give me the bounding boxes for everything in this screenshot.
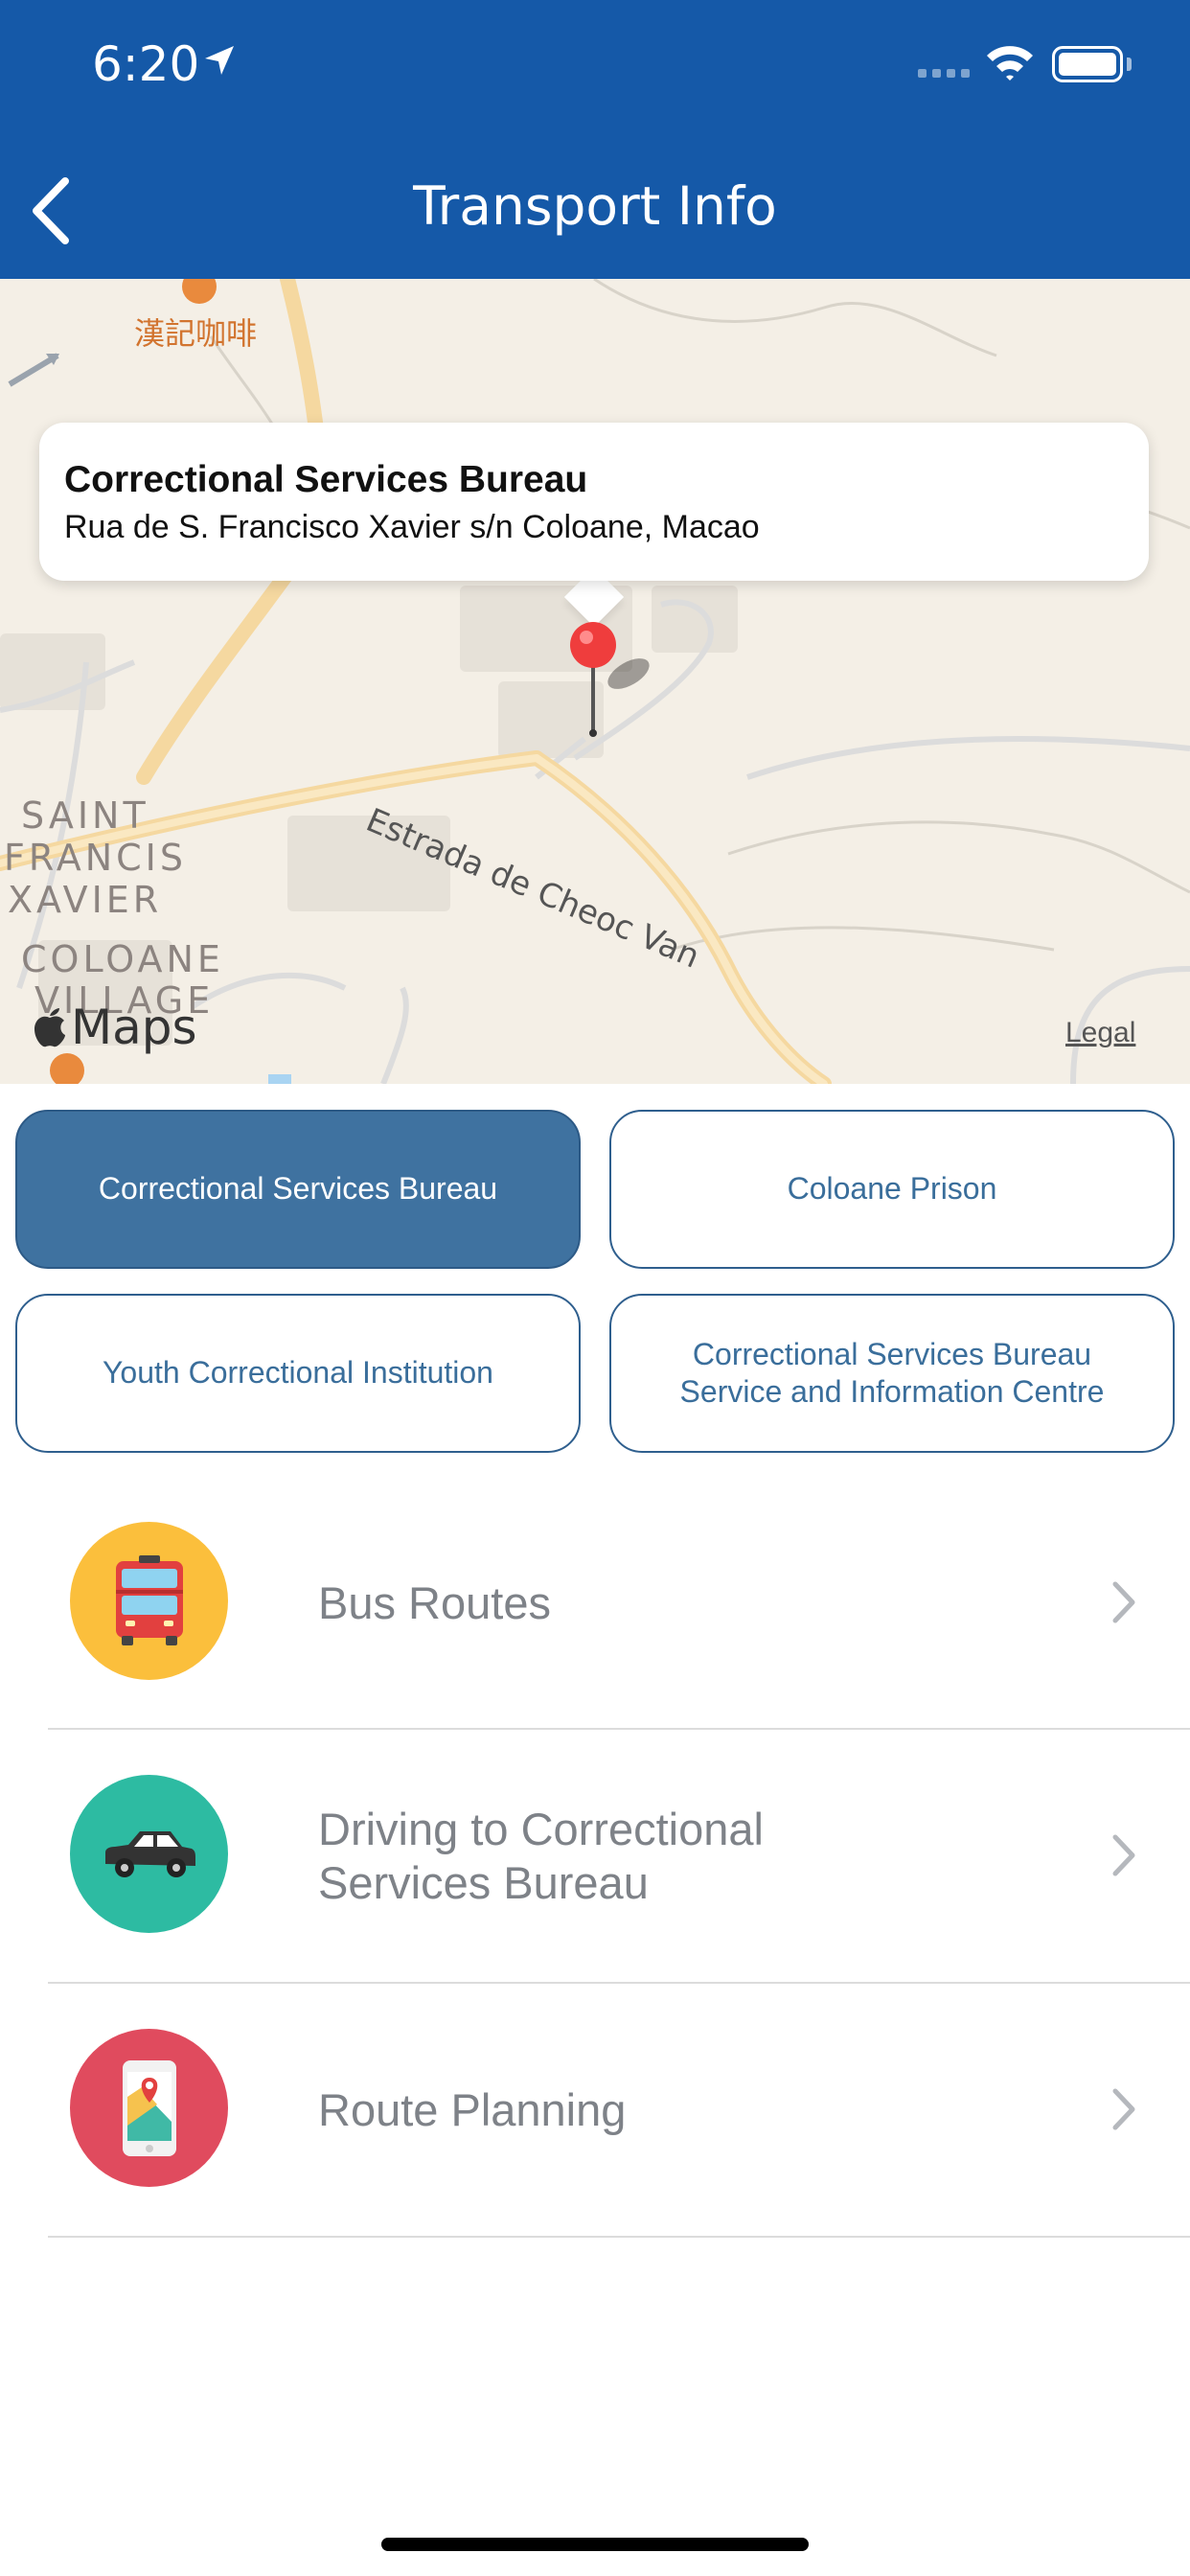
list-item-label: Bus Routes: [318, 1577, 551, 1628]
poi-label: 漢記咖啡: [134, 316, 258, 351]
tab-label: Coloane Prison: [787, 1171, 997, 1207]
callout-address: Rua de S. Francisco Xavier s/n Coloane, …: [64, 509, 760, 545]
phone-map-icon: [70, 2029, 228, 2187]
tab-label: Correctional Services Bureau: [98, 1171, 498, 1207]
cellular-signal-icon: [918, 69, 970, 78]
chevron-right-icon: [1112, 2088, 1135, 2130]
home-indicator[interactable]: [381, 2538, 809, 2551]
tab-service-information-centre[interactable]: Correctional Services Bureau Service and…: [609, 1294, 1175, 1453]
maps-logo-text: Maps: [71, 1000, 197, 1055]
battery-icon: [1052, 46, 1123, 82]
tab-label: Youth Correctional Institution: [103, 1355, 493, 1391]
page-title: Transport Info: [413, 175, 777, 237]
map-pin-icon[interactable]: [565, 620, 661, 745]
tab-correctional-services-bureau[interactable]: Correctional Services Bureau: [15, 1110, 581, 1269]
car-icon: [70, 1775, 228, 1933]
apple-maps-logo: Maps: [33, 1000, 197, 1055]
chevron-right-icon: [1112, 1581, 1135, 1623]
location-arrow-icon: [205, 46, 234, 75]
list-item-label: Route Planning: [318, 2084, 627, 2135]
bus-icon: [70, 1522, 228, 1680]
wifi-icon: [987, 46, 1033, 80]
nav-header: 6:20 Transport Info: [0, 0, 1190, 279]
map-view[interactable]: 漢記咖啡 SAINT FRANCIS XAVIER COLOANE VILLAG…: [0, 279, 1190, 1084]
legal-link[interactable]: Legal: [1065, 1017, 1135, 1049]
apple-logo-icon: [34, 1008, 65, 1047]
list-item-route-planning[interactable]: Route Planning: [0, 1984, 1190, 2237]
chevron-right-icon: [1112, 1834, 1135, 1876]
status-time: 6:20: [92, 36, 200, 92]
list-item-bus-routes[interactable]: Bus Routes: [0, 1477, 1190, 1730]
area-label-saint: SAINT: [21, 794, 149, 837]
tab-label: Correctional Services Bureau Service and…: [679, 1336, 1105, 1409]
tab-coloane-prison[interactable]: Coloane Prison: [609, 1110, 1175, 1269]
map-callout[interactable]: Correctional Services Bureau Rua de S. F…: [39, 423, 1149, 581]
callout-title: Correctional Services Bureau: [64, 459, 588, 500]
area-label-coloane: COLOANE: [21, 938, 224, 980]
list-item-driving[interactable]: Driving to Correctional Services Bureau: [0, 1730, 1190, 1983]
area-label-xavier: XAVIER: [8, 879, 163, 921]
list-item-label: Driving to Correctional Services Bureau: [318, 1804, 764, 1909]
list-divider: [48, 2236, 1190, 2238]
area-label-francis: FRANCIS: [4, 837, 188, 879]
tab-youth-correctional-institution[interactable]: Youth Correctional Institution: [15, 1294, 581, 1453]
